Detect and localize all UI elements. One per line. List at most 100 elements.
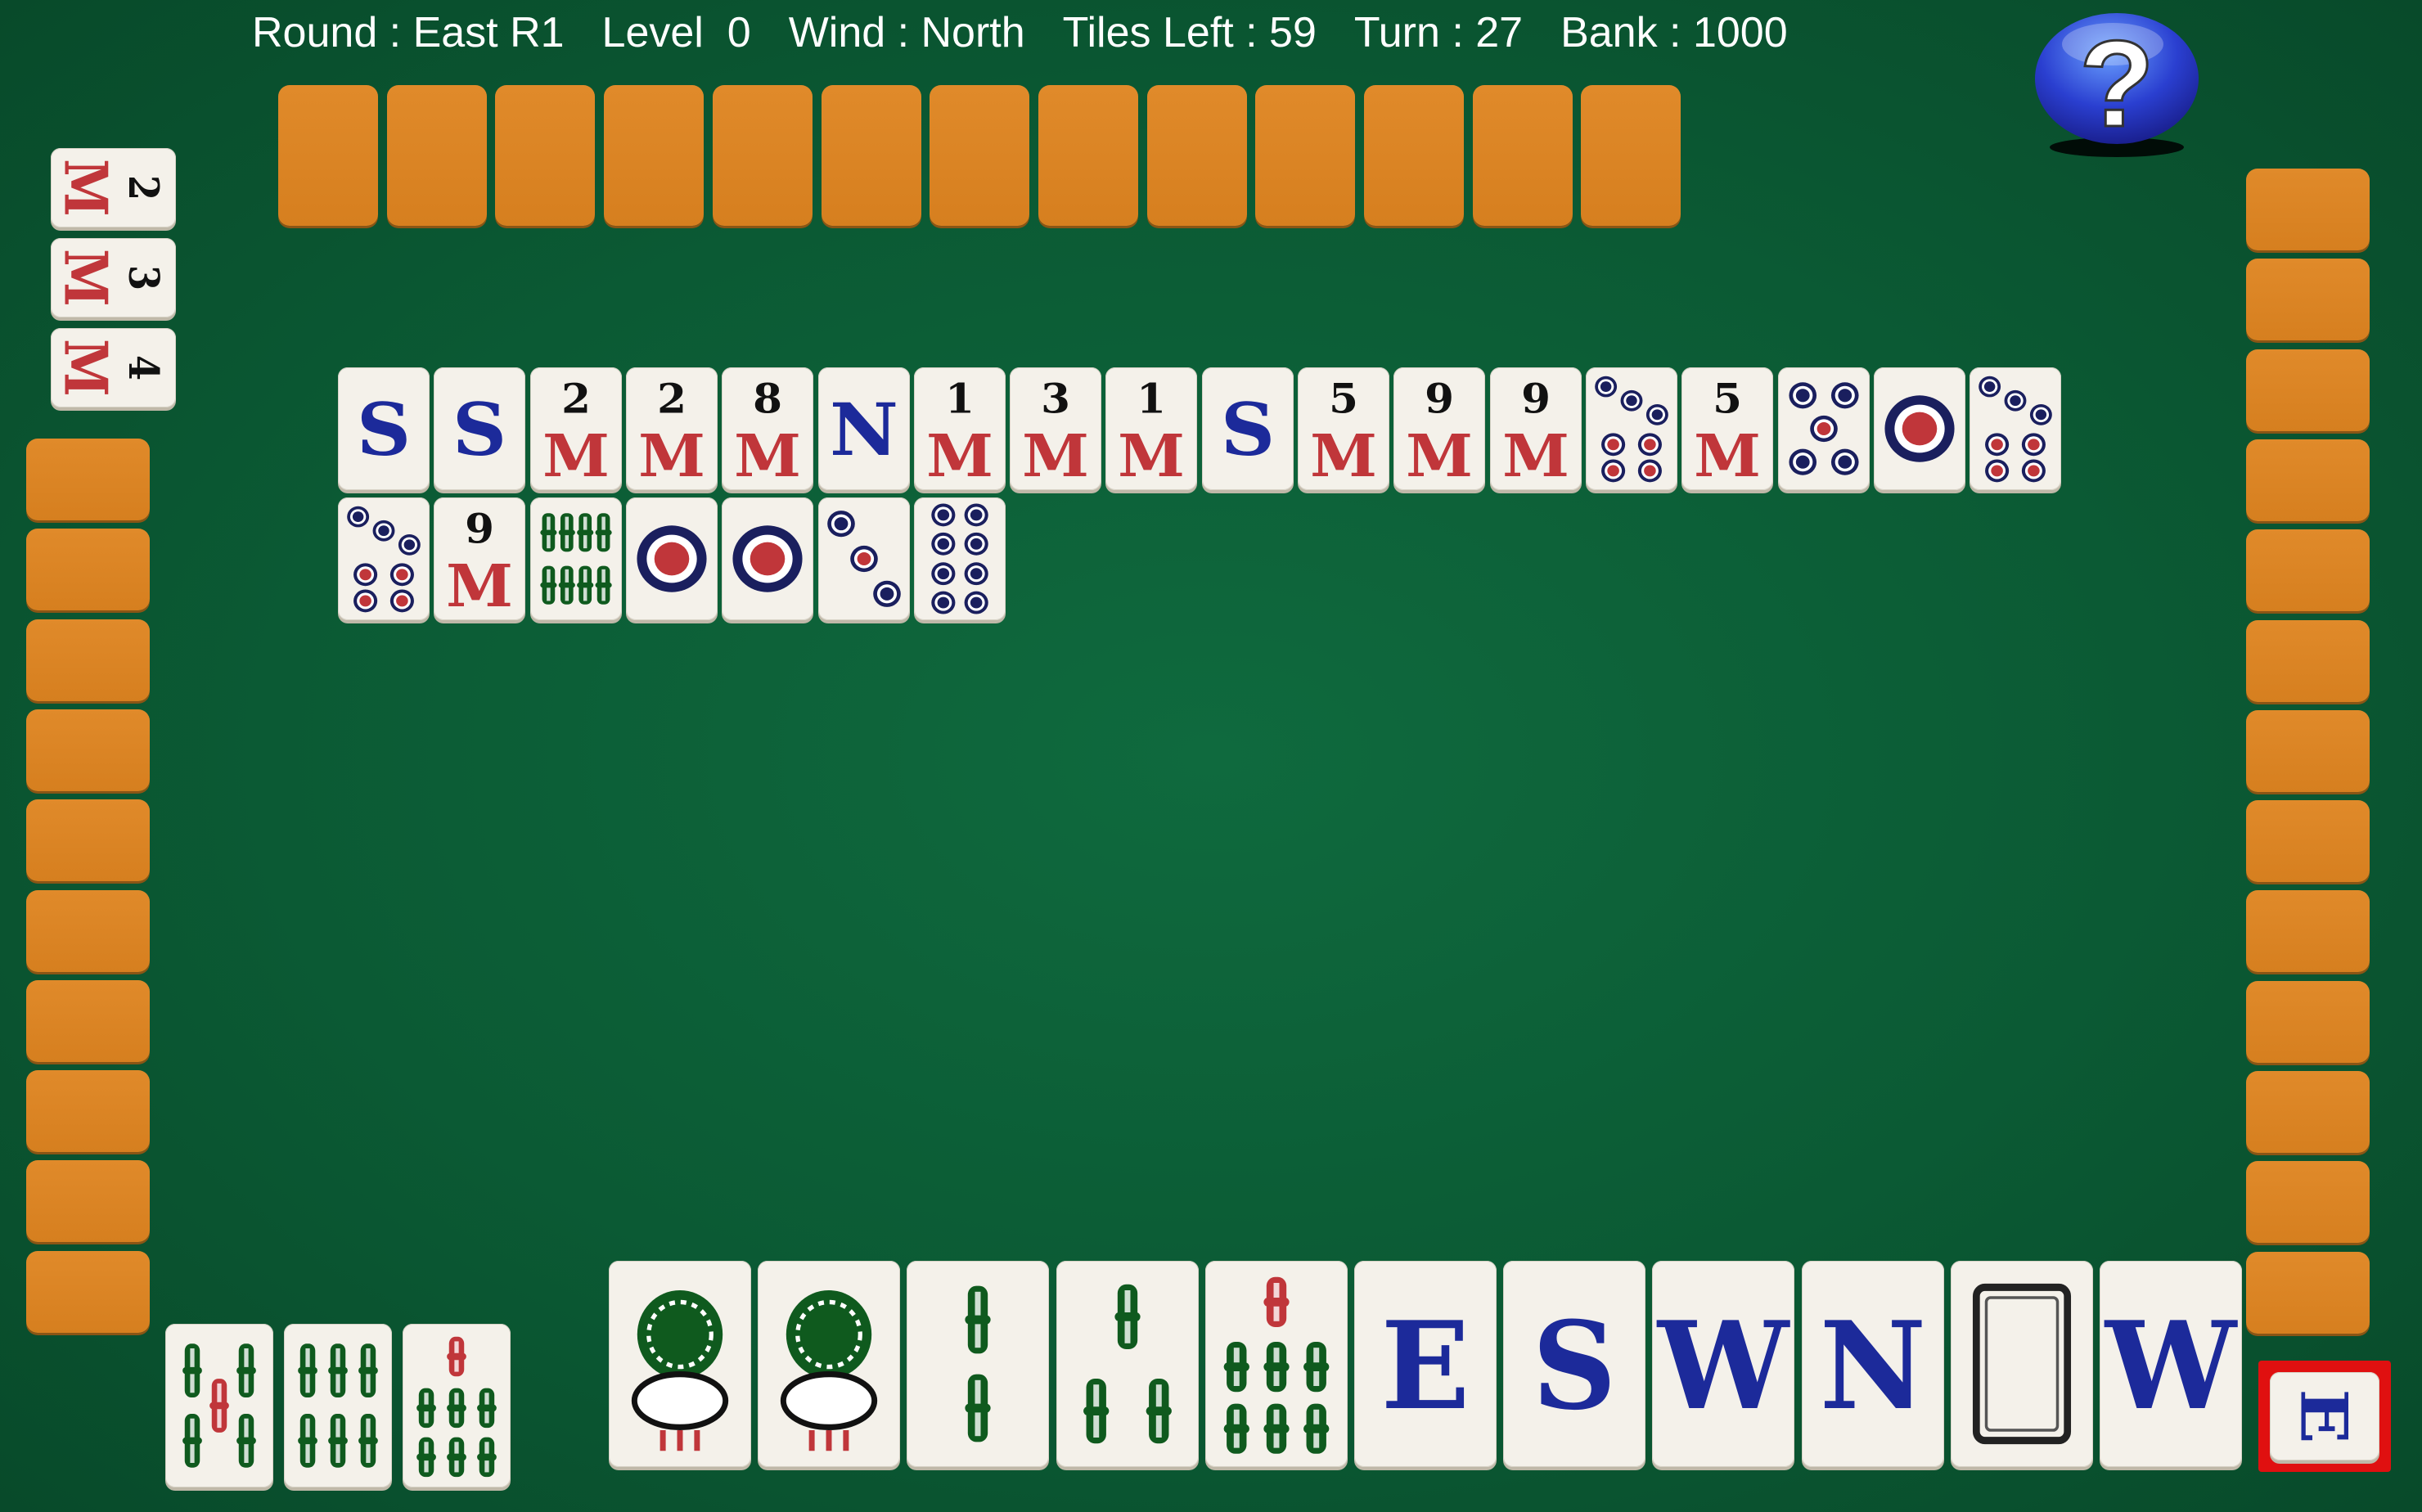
hand-tile[interactable]: E — [1354, 1261, 1497, 1467]
tile-back — [2246, 980, 2370, 1063]
discard-tile: N — [817, 367, 910, 490]
discard-tile: 9M — [434, 497, 526, 620]
svg-text:3: 3 — [119, 265, 167, 290]
discard-tile — [1585, 367, 1677, 490]
tile-face-1s — [781, 1290, 878, 1451]
tile-back — [2246, 1161, 2370, 1244]
hand-tile[interactable] — [1950, 1261, 2093, 1467]
discard-tile — [1970, 367, 2062, 490]
tile-face-S: S — [1221, 389, 1275, 473]
svg-text:M: M — [51, 159, 119, 217]
hand-tile[interactable] — [758, 1261, 901, 1467]
tile-face-7p — [1979, 376, 2052, 483]
svg-text:5: 5 — [1329, 376, 1358, 423]
tiles-left-label: Tiles Left : 59 — [1062, 9, 1317, 56]
svg-text:2: 2 — [119, 175, 167, 200]
discard-tile: S — [434, 367, 526, 490]
svg-text:M: M — [638, 422, 705, 490]
tile-face-1s — [631, 1290, 729, 1451]
svg-text:M: M — [542, 422, 610, 490]
status-bar: Round : East R1 Level 0 Wind : North Til… — [252, 8, 1788, 57]
discard-tile — [1873, 367, 1965, 490]
tile-back — [2246, 890, 2370, 973]
tile-back — [930, 85, 1030, 226]
tile-face-3s — [1083, 1284, 1172, 1444]
meld-tile — [403, 1324, 511, 1487]
svg-text:M: M — [1502, 422, 1569, 490]
tile-back — [1472, 85, 1573, 226]
svg-text:S: S — [357, 389, 411, 473]
tile-face-1p — [637, 525, 707, 592]
hand-tile[interactable] — [609, 1261, 751, 1467]
tile-back — [2246, 709, 2370, 792]
tile-back — [26, 529, 150, 611]
tile-face-2m: 2M — [638, 376, 705, 490]
svg-text:S: S — [1533, 1296, 1617, 1438]
discard-tile: 8M — [722, 367, 814, 490]
tile-back — [26, 1160, 150, 1243]
hand-tile[interactable]: W — [1652, 1261, 1795, 1467]
discard-tile — [913, 497, 1006, 620]
tile-face-Wh — [1972, 1283, 2071, 1445]
svg-text:1: 1 — [945, 376, 975, 423]
discard-tile: 1M — [1105, 367, 1198, 490]
tile-back — [2246, 529, 2370, 612]
tile-back — [2246, 439, 2370, 521]
tile-face-1p — [1884, 395, 1955, 462]
round-wind-indicator: E — [2258, 1361, 2391, 1472]
level-label: Level 0 — [601, 9, 751, 56]
tile-face-1m: 1M — [1118, 376, 1185, 490]
hand-tile[interactable]: N — [1801, 1261, 1944, 1467]
discard-tile: 2M — [529, 367, 622, 490]
hand-tile[interactable] — [1056, 1261, 1199, 1467]
svg-text:M: M — [926, 422, 993, 490]
discard-tile — [529, 497, 622, 620]
tile-face-8p — [931, 503, 988, 614]
discard-tile: 3M — [1010, 367, 1102, 490]
tile-back — [26, 619, 150, 701]
tile-face-7p — [1595, 376, 1668, 483]
svg-text:4: 4 — [119, 355, 167, 380]
tile-back — [278, 85, 378, 226]
svg-text:1: 1 — [1137, 376, 1166, 423]
discard-tile: 5M — [1681, 367, 1774, 490]
tile-face-3m: 3M — [1022, 376, 1089, 490]
tile-face-7s — [1223, 1276, 1330, 1454]
tile-face-9m: 9M — [446, 506, 513, 620]
tile-face-S: S — [357, 389, 411, 473]
tile-face-7p — [347, 506, 421, 613]
tile-back — [26, 439, 150, 520]
svg-text:5: 5 — [1713, 376, 1742, 423]
discard-tile: S — [1201, 367, 1294, 490]
discard-tile: 1M — [913, 367, 1006, 490]
tile-back — [26, 799, 150, 882]
tile-face-S: S — [452, 389, 506, 473]
tile-face-E: E — [2286, 1388, 2362, 1443]
tile-back — [1364, 85, 1464, 226]
help-button[interactable]: ? — [2033, 11, 2201, 157]
meld-tile: 3M — [51, 238, 176, 317]
tile-face-5m: 5M — [1310, 376, 1377, 490]
tile-back — [1581, 85, 1681, 226]
svg-text:S: S — [452, 389, 506, 473]
tile-back — [1146, 85, 1247, 226]
svg-text:N: N — [830, 389, 898, 473]
hand-tile[interactable] — [907, 1261, 1050, 1467]
svg-text:M: M — [446, 552, 513, 620]
tile-back — [2246, 259, 2370, 341]
svg-text:M: M — [1310, 422, 1377, 490]
tile-face-1m: 1M — [926, 376, 993, 490]
hand-tile[interactable]: W — [2100, 1261, 2242, 1467]
tile-back — [26, 889, 150, 972]
svg-text:9: 9 — [465, 506, 494, 553]
tile-face-2s — [965, 1285, 992, 1442]
hand-tile[interactable]: S — [1503, 1261, 1646, 1467]
tile-back — [2246, 1251, 2370, 1334]
tile-back — [2246, 349, 2370, 431]
tile-face-7s — [416, 1336, 497, 1478]
meld-tile: 2M — [51, 148, 176, 227]
tile-face-8m: 8M — [734, 376, 801, 490]
svg-text:3: 3 — [1041, 376, 1070, 423]
bank-label: Bank : 1000 — [1560, 9, 1788, 56]
hand-tile[interactable] — [1204, 1261, 1348, 1467]
